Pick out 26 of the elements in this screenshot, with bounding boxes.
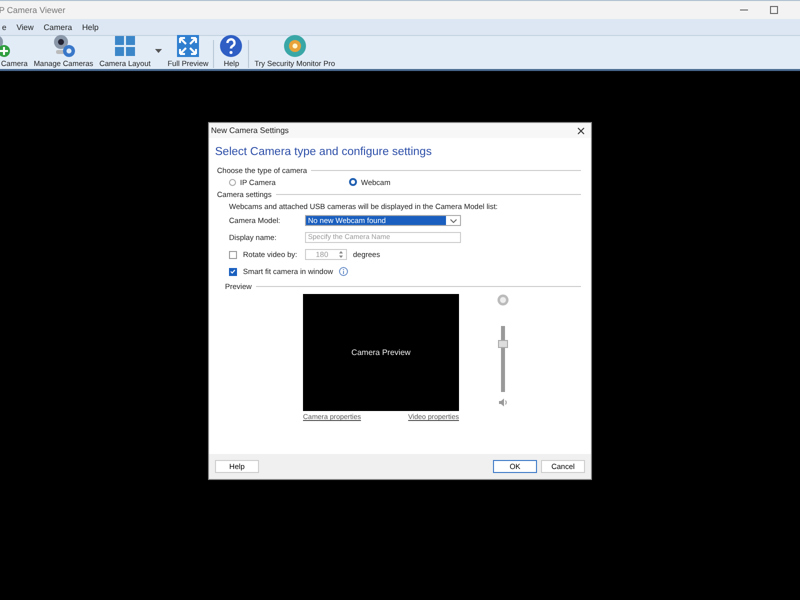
window-title: P Camera Viewer xyxy=(0,5,66,15)
menu-item[interactable]: Camera xyxy=(38,22,78,32)
caret-icon[interactable] xyxy=(154,49,162,53)
checkbox[interactable] xyxy=(229,268,237,276)
webcam-gear-icon[interactable] xyxy=(52,34,76,58)
dialog-title: New Camera Settings xyxy=(211,126,289,135)
fullscreen-icon[interactable] xyxy=(176,34,200,58)
slider-thumb[interactable] xyxy=(498,340,508,348)
close-icon[interactable] xyxy=(577,126,585,134)
menu-item[interactable]: View xyxy=(11,22,39,32)
help-icon[interactable] xyxy=(219,34,244,58)
check-icon xyxy=(230,268,236,275)
preview-text: Camera Preview xyxy=(351,348,411,357)
menu-item[interactable]: e xyxy=(0,22,12,32)
info-icon xyxy=(339,267,348,276)
spin-arrows-icon xyxy=(338,250,344,259)
grid-layout-icon[interactable] xyxy=(112,34,137,58)
maximize-icon[interactable] xyxy=(770,6,778,14)
speaker-icon xyxy=(498,398,508,407)
menu-item[interactable]: Help xyxy=(77,22,104,32)
brightness-icon xyxy=(497,294,509,306)
dialog-heading: Select Camera type and configure settings xyxy=(215,146,433,158)
volume-slider[interactable] xyxy=(501,326,505,392)
radio-button[interactable] xyxy=(349,178,357,186)
radio-button[interactable] xyxy=(229,178,236,186)
chevron-icon xyxy=(450,218,457,222)
